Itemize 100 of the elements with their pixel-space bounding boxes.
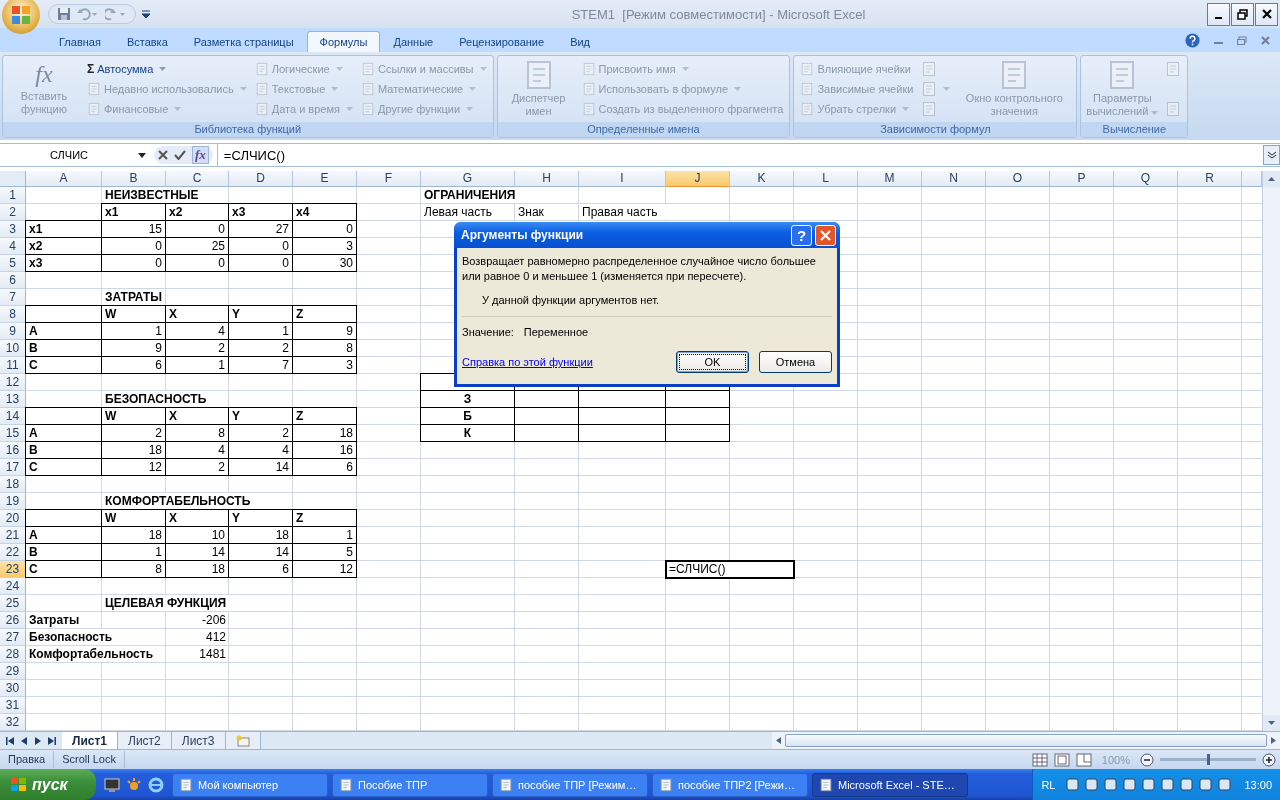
- name-box[interactable]: СЛЧИС: [0, 146, 150, 164]
- row-header[interactable]: 17: [0, 459, 26, 476]
- scroll-right-icon[interactable]: [1271, 737, 1276, 744]
- restore-icon[interactable]: [1237, 36, 1247, 45]
- customize-caret-icon[interactable]: [142, 10, 150, 18]
- row-header[interactable]: 12: [0, 374, 26, 391]
- row-header[interactable]: 19: [0, 493, 26, 510]
- row-header[interactable]: 7: [0, 289, 26, 306]
- ribbon-tab[interactable]: Данные: [380, 31, 447, 52]
- tray-icon[interactable]: [1160, 777, 1176, 792]
- browser-icon[interactable]: [148, 776, 164, 793]
- column-header[interactable]: D: [229, 171, 293, 187]
- insert-function-button[interactable]: fx: [192, 146, 209, 164]
- row-header[interactable]: 30: [0, 680, 26, 697]
- tray-icon[interactable]: [1198, 777, 1214, 792]
- scroll-down-icon[interactable]: [1268, 721, 1275, 725]
- close-icon[interactable]: [1261, 36, 1270, 45]
- row-header[interactable]: 27: [0, 629, 26, 646]
- sun-icon[interactable]: [126, 776, 142, 793]
- scroll-up-icon[interactable]: [1268, 177, 1275, 181]
- taskbar-button[interactable]: Microsoft Excel - STE…: [812, 772, 968, 797]
- close-button[interactable]: [1255, 2, 1278, 26]
- tray-icon[interactable]: [1122, 777, 1138, 792]
- row-header[interactable]: 24: [0, 578, 26, 595]
- column-header[interactable]: C: [166, 171, 229, 187]
- tray-icon[interactable]: [1065, 777, 1081, 792]
- tray-icon[interactable]: [1217, 777, 1233, 792]
- sheet-nav-icon[interactable]: [6, 736, 14, 745]
- column-header[interactable]: O: [986, 171, 1050, 187]
- column-header[interactable]: Q: [1114, 171, 1178, 187]
- column-header[interactable]: H: [515, 171, 579, 187]
- column-header[interactable]: R: [1178, 171, 1242, 187]
- column-header[interactable]: J: [666, 171, 730, 187]
- vertical-scrollbar[interactable]: [1262, 171, 1280, 731]
- column-header[interactable]: I: [579, 171, 666, 187]
- restore-button[interactable]: [1231, 2, 1254, 26]
- column-header[interactable]: A: [26, 171, 102, 187]
- office-button[interactable]: [2, 0, 40, 34]
- page-break-icon[interactable]: [1075, 752, 1092, 767]
- column-header[interactable]: N: [922, 171, 986, 187]
- taskbar-button[interactable]: Пособие ТПР: [332, 772, 488, 797]
- taskbar-button[interactable]: Мой компьютер: [172, 772, 328, 797]
- row-header[interactable]: 13: [0, 391, 26, 408]
- check-icon[interactable]: [174, 150, 186, 160]
- start-button[interactable]: пуск: [0, 769, 96, 800]
- column-header[interactable]: M: [858, 171, 922, 187]
- row-header[interactable]: 31: [0, 697, 26, 714]
- row-header[interactable]: 29: [0, 663, 26, 680]
- dialog-button[interactable]: OK: [676, 351, 749, 373]
- ribbon-tab[interactable]: Вставка: [113, 31, 181, 52]
- row-header[interactable]: 11: [0, 357, 26, 374]
- row-header[interactable]: 16: [0, 442, 26, 459]
- row-header[interactable]: 26: [0, 612, 26, 629]
- row-header[interactable]: 21: [0, 527, 26, 544]
- column-header[interactable]: G: [421, 171, 515, 187]
- row-header[interactable]: 32: [0, 714, 26, 731]
- zoom-out-icon[interactable]: [1140, 752, 1154, 767]
- tray-icon[interactable]: [1141, 777, 1157, 792]
- ribbon-tab[interactable]: Рецензирование: [446, 31, 558, 52]
- row-header[interactable]: 3: [0, 221, 26, 238]
- tray-icon[interactable]: [1103, 777, 1119, 792]
- row-header[interactable]: 10: [0, 340, 26, 357]
- row-header[interactable]: 20: [0, 510, 26, 527]
- ribbon-tab[interactable]: Главная: [46, 31, 114, 52]
- column-header[interactable]: K: [730, 171, 794, 187]
- tray-icon[interactable]: [1084, 777, 1100, 792]
- help-link[interactable]: Справка по этой функции: [462, 356, 666, 368]
- zoom-slider-thumb[interactable]: [1207, 754, 1210, 765]
- zoom-in-icon[interactable]: [1262, 752, 1276, 767]
- cancel-icon[interactable]: [158, 150, 168, 160]
- sheet-tab[interactable]: Лист2: [118, 732, 172, 749]
- scroll-left-icon[interactable]: [776, 737, 781, 744]
- ribbon-tab[interactable]: Вид: [557, 31, 604, 52]
- ribbon-tab[interactable]: Разметка страницы: [180, 31, 307, 52]
- row-header[interactable]: 5: [0, 255, 26, 272]
- help-button[interactable]: ?: [791, 224, 812, 246]
- column-header[interactable]: B: [102, 171, 166, 187]
- help-icon[interactable]: [1185, 33, 1200, 48]
- row-header[interactable]: 9: [0, 323, 26, 340]
- scroll-thumb[interactable]: [785, 734, 1267, 747]
- language-indicator[interactable]: RL: [1041, 778, 1056, 791]
- row-header[interactable]: 1: [0, 187, 26, 204]
- column-header[interactable]: L: [794, 171, 858, 187]
- row-header[interactable]: 8: [0, 306, 26, 323]
- sheet-tab[interactable]: Лист3: [171, 732, 226, 749]
- sheet-tab[interactable]: Лист1: [62, 732, 119, 749]
- ribbon-tab[interactable]: Формулы: [306, 31, 381, 52]
- sheet-nav-icon[interactable]: [48, 736, 56, 745]
- row-header[interactable]: 18: [0, 476, 26, 493]
- row-header[interactable]: 23: [0, 561, 26, 578]
- desktop-icon[interactable]: [104, 776, 120, 793]
- normal-view-icon[interactable]: [1031, 752, 1048, 767]
- save-icon[interactable]: [57, 7, 71, 21]
- row-header[interactable]: 28: [0, 646, 26, 663]
- expand-button[interactable]: [1263, 145, 1280, 165]
- row-header[interactable]: 14: [0, 408, 26, 425]
- dialog-button[interactable]: Отмена: [759, 351, 832, 373]
- minimize-button[interactable]: [1207, 2, 1230, 26]
- ribbon-button[interactable]: Σ Автосумма: [85, 59, 249, 79]
- row-header[interactable]: 25: [0, 595, 26, 612]
